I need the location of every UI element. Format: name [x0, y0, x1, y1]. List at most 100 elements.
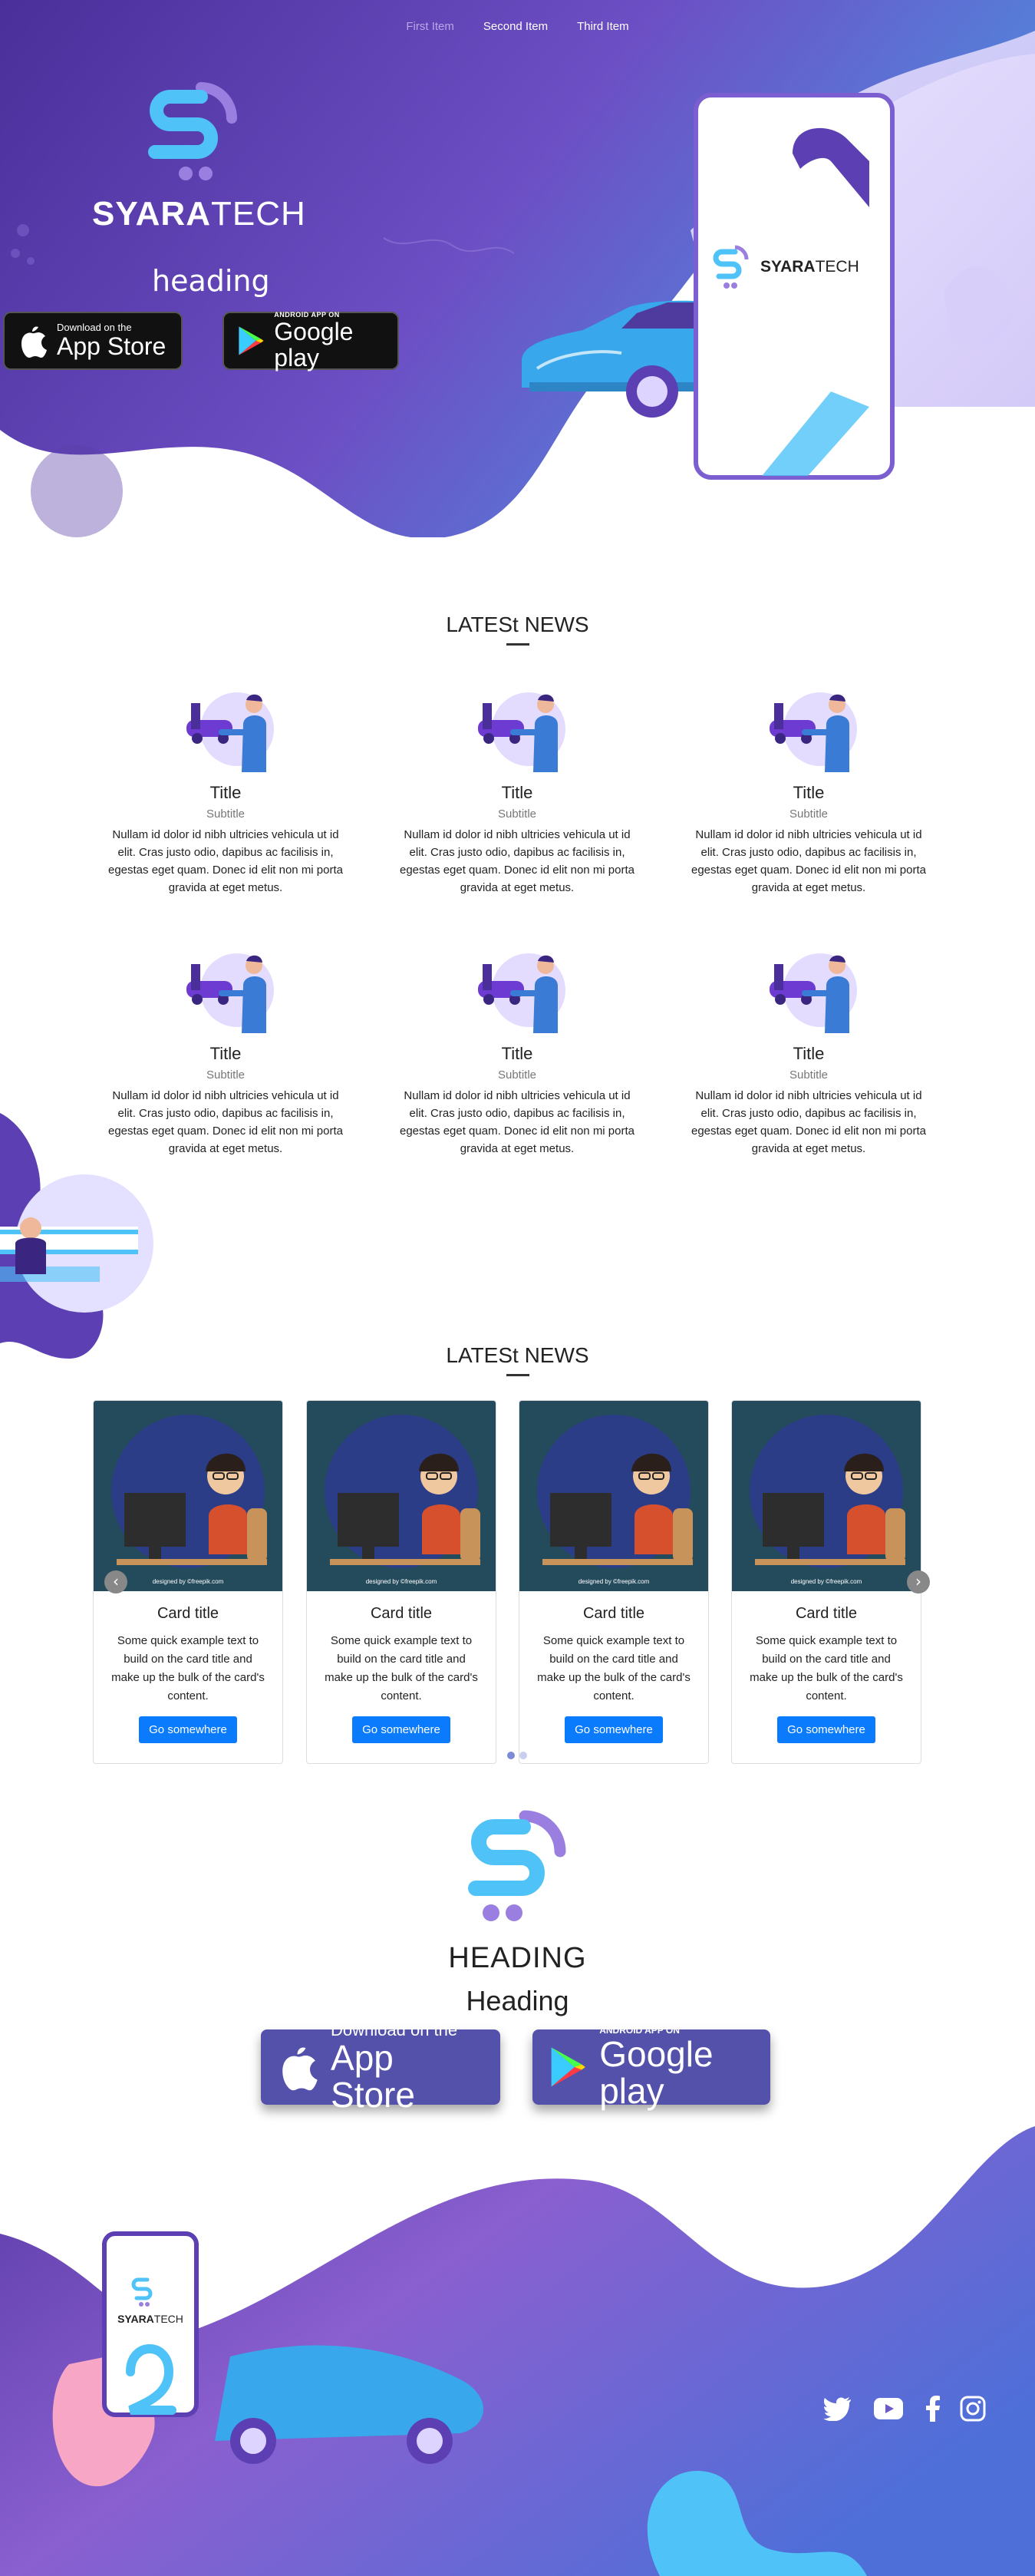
- bottom-heading-primary: HEADING: [448, 1942, 587, 1974]
- news-illustration: [186, 953, 274, 1033]
- card-title: Card title: [582, 1605, 645, 1622]
- card-image: designed by ©freepik.com: [307, 1401, 496, 1591]
- card-image: designed by ©freepik.com: [94, 1401, 282, 1591]
- news-item-title: Title: [793, 1044, 825, 1063]
- carousel-next-button[interactable]: ›: [907, 1570, 930, 1593]
- news-item-title: Title: [209, 1044, 242, 1063]
- news-illustration: [186, 692, 274, 772]
- instagram-icon: [960, 2396, 986, 2422]
- card-image-credit: designed by ©freepik.com: [153, 1578, 224, 1585]
- bottom-google-play-button[interactable]: ANDROID APP ON Google play: [532, 2025, 770, 2109]
- news-card: designed by ©freepik.com Card title Some…: [731, 1400, 921, 1764]
- news-item-title: Title: [209, 783, 242, 802]
- carousel-prev-button[interactable]: ‹: [104, 1570, 127, 1593]
- carousel-indicator[interactable]: [519, 1752, 527, 1759]
- footer-background: SYARATECH: [0, 2126, 1035, 2576]
- news-item: Title Subtitle Nullam id dolor id nibh u…: [396, 682, 638, 897]
- footer-phone-brand: SYARATECH: [117, 2313, 183, 2325]
- nav-item-third[interactable]: Third Item: [577, 20, 629, 33]
- news-item: Title Subtitle Nullam id dolor id nibh u…: [687, 682, 930, 897]
- news-item-subtitle: Subtitle: [789, 807, 829, 821]
- card-image-credit: designed by ©freepik.com: [366, 1578, 437, 1585]
- news-card: designed by ©freepik.com Card title Some…: [519, 1400, 709, 1764]
- news-illustration: [770, 692, 857, 772]
- go-somewhere-button[interactable]: Go somewhere: [352, 1716, 450, 1743]
- bottom-app-store-large-text: App Store: [331, 2038, 415, 2115]
- facebook-icon: [926, 2396, 940, 2422]
- bottom-app-store-button[interactable]: Download on the App Store: [261, 2021, 500, 2113]
- brand-name: SYARATECH: [92, 195, 306, 233]
- card-title: Card title: [370, 1605, 433, 1622]
- twitter-icon: [823, 2397, 851, 2421]
- card-text: Some quick example text to build on the …: [537, 1634, 691, 1702]
- twitter-link[interactable]: [822, 2393, 853, 2424]
- card-image: designed by ©freepik.com: [732, 1401, 921, 1591]
- nav-item-first[interactable]: First Item: [406, 20, 454, 33]
- news-illustration: [770, 953, 857, 1033]
- go-somewhere-button[interactable]: Go somewhere: [777, 1716, 875, 1743]
- cards-title-text: LATESt NEWS: [446, 1343, 589, 1367]
- news-item-subtitle: Subtitle: [497, 1068, 537, 1082]
- card-image-credit: designed by ©freepik.com: [578, 1578, 650, 1585]
- brand-name-bold: SYARA: [92, 195, 211, 233]
- go-somewhere-button[interactable]: Go somewhere: [139, 1716, 237, 1743]
- youtube-link[interactable]: [873, 2393, 904, 2424]
- card-title: Card title: [795, 1605, 858, 1622]
- news-card: designed by ©freepik.com Card title Some…: [306, 1400, 496, 1764]
- carousel-indicator-active[interactable]: [507, 1752, 515, 1759]
- google-play-button[interactable]: ANDROID APP ON Google play: [222, 311, 399, 372]
- apple-icon: [282, 2047, 318, 2091]
- go-somewhere-button[interactable]: Go somewhere: [565, 1716, 663, 1743]
- hero-heading: heading: [152, 264, 270, 298]
- news-item-title: Title: [793, 783, 825, 802]
- google-play-large-text: Google play: [274, 318, 354, 372]
- title-underline: [506, 1374, 529, 1376]
- card-image-credit: designed by ©freepik.com: [791, 1578, 862, 1585]
- bottom-heading-secondary: Heading: [466, 1985, 569, 2016]
- news-item-subtitle: Subtitle: [497, 807, 537, 821]
- apple-icon: [21, 326, 47, 358]
- cards-section-title: LATESt NEWS: [0, 1343, 1035, 1376]
- logo-icon: [148, 82, 237, 180]
- side-decoration-illustration: [0, 1113, 153, 1359]
- news-item-subtitle: Subtitle: [206, 807, 246, 821]
- nav-item-second[interactable]: Second Item: [483, 20, 548, 33]
- app-store-small-text: Download on the: [57, 322, 132, 333]
- bottom-logo-icon: [468, 1810, 566, 1921]
- google-play-icon: [551, 2047, 585, 2087]
- youtube-icon: [874, 2398, 903, 2419]
- news-illustration: [478, 953, 565, 1033]
- news-item-text: Nullam id dolor id nibh ultricies vehicu…: [399, 1089, 635, 1155]
- brand-logo: SYARATECH: [86, 80, 316, 233]
- news-item-subtitle: Subtitle: [789, 1068, 829, 1082]
- news-item: Title Subtitle Nullam id dolor id nibh u…: [687, 943, 930, 1158]
- app-store-large-text: App Store: [57, 332, 166, 360]
- news-item: Title Subtitle Nullam id dolor id nibh u…: [396, 943, 638, 1158]
- news-item: Title Subtitle Nullam id dolor id nibh u…: [104, 682, 347, 897]
- news-item-text: Nullam id dolor id nibh ultricies vehicu…: [399, 828, 635, 894]
- card-text: Some quick example text to build on the …: [111, 1634, 265, 1702]
- app-store-button[interactable]: Download on the App Store: [3, 312, 183, 370]
- news-section-title: LATESt NEWS: [0, 613, 1035, 646]
- brand-name-light: TECH: [210, 195, 306, 233]
- bottom-app-store-small-text: Download on the: [331, 2020, 458, 2039]
- google-play-icon: [239, 326, 264, 355]
- top-navigation: First Item Second Item Third Item: [0, 20, 1035, 33]
- news-title-text: LATESt NEWS: [446, 613, 589, 636]
- hero-section: First Item Second Item Third Item SYARAT…: [0, 0, 1035, 537]
- news-item-title: Title: [501, 783, 533, 802]
- card-text: Some quick example text to build on the …: [750, 1634, 903, 1702]
- news-item-text: Nullam id dolor id nibh ultricies vehicu…: [107, 828, 343, 894]
- phone-illustration: SYARATECH: [694, 93, 895, 480]
- news-item-text: Nullam id dolor id nibh ultricies vehicu…: [691, 828, 926, 894]
- bottom-google-play-large-text: Google play: [599, 2034, 714, 2111]
- title-underline: [506, 643, 529, 646]
- chevron-right-icon: ›: [915, 1572, 921, 1590]
- phone-brand-text: SYARATECH: [760, 258, 859, 276]
- facebook-link[interactable]: [918, 2393, 948, 2424]
- card-image: designed by ©freepik.com: [519, 1401, 708, 1591]
- instagram-link[interactable]: [958, 2393, 988, 2424]
- news-item-title: Title: [501, 1044, 533, 1063]
- chevron-left-icon: ‹: [113, 1572, 119, 1590]
- news-item-text: Nullam id dolor id nibh ultricies vehicu…: [691, 1089, 926, 1155]
